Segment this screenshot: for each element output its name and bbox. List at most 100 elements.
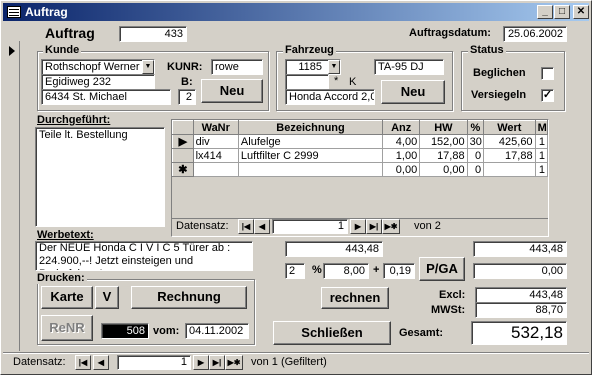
cell-pct[interactable]: 0 — [466, 148, 485, 163]
cell-hw[interactable]: 0,00 — [419, 162, 468, 177]
main-nav-label: Datensatz: — [13, 356, 66, 368]
werbetext-field[interactable]: Der NEUE Honda C I V I C 5 Türer ab : 22… — [35, 241, 253, 271]
rechnen-button[interactable]: rechnen — [321, 287, 389, 309]
add-value-field[interactable]: 0,19 — [383, 263, 415, 279]
beglichen-label: Beglichen — [473, 67, 526, 79]
new-row-selector[interactable]: ✱ — [172, 162, 194, 177]
table-row[interactable]: ▶ div Alufelge 4,00 152,00 30 425,60 1 — [172, 134, 549, 149]
prev-record-icon[interactable]: ◀ — [93, 355, 109, 370]
positions-subform: WaNr Bezeichnung Anz HW % Wert M ▶ div A… — [171, 119, 549, 237]
column-header[interactable]: Bezeichnung — [237, 120, 384, 135]
close-button[interactable]: ✕ — [573, 5, 589, 19]
kunr-field[interactable]: rowe — [211, 59, 263, 75]
cell-anz[interactable]: 4,00 — [382, 134, 421, 149]
karte-button[interactable]: Karte — [41, 286, 93, 309]
chevron-down-icon[interactable]: ▼ — [142, 60, 154, 74]
fahrzeug-model-field[interactable]: Honda Accord 2,0 — [285, 89, 375, 105]
vom-label: vom: — [153, 325, 180, 337]
fahrzeug-neu-button[interactable]: Neu — [381, 80, 445, 104]
subform-record-field[interactable]: 1 — [272, 219, 348, 234]
versiegeln-checkbox[interactable]: ✓ — [541, 89, 554, 102]
next-record-icon[interactable]: ▶ — [193, 355, 209, 370]
renr-button[interactable]: ReNR — [41, 315, 93, 341]
percent-count-field[interactable]: 2 — [285, 263, 305, 279]
gesamt-field[interactable]: 532,18 — [471, 321, 567, 345]
last-record-icon[interactable]: ▶| — [209, 355, 225, 370]
cell-hw[interactable]: 152,00 — [419, 134, 468, 149]
kunde-neu-button[interactable]: Neu — [201, 79, 263, 103]
kunde-name-combo[interactable]: Rothschopf Werner — [41, 59, 155, 75]
auftrag-nr-field[interactable]: 433 — [119, 26, 187, 42]
minimize-button[interactable]: _ — [537, 5, 553, 19]
cell-anz[interactable]: 1,00 — [382, 148, 421, 163]
column-header[interactable]: Anz — [382, 120, 421, 135]
auftragsdatum-field[interactable]: 25.06.2002 — [503, 26, 567, 42]
b-field[interactable]: 2 — [178, 89, 196, 105]
cell-wanr[interactable] — [192, 162, 239, 177]
drucken-label: Drucken: — [35, 272, 87, 284]
excl-label: Excl: — [439, 289, 466, 301]
cell-wert[interactable]: 425,60 — [483, 134, 536, 149]
row-selector[interactable]: ▶ — [172, 134, 194, 149]
cell-bezeichnung[interactable]: Alufelge — [237, 134, 384, 149]
column-header[interactable]: HW — [419, 120, 468, 135]
chevron-down-icon[interactable]: ▼ — [328, 60, 340, 74]
window-title: Auftrag — [25, 5, 68, 19]
column-header[interactable]: % — [466, 120, 485, 135]
table-row-new[interactable]: ✱ 0,00 0,00 0 1 — [172, 162, 549, 177]
cell-m[interactable]: 1 — [534, 134, 549, 149]
form-icon — [7, 6, 21, 18]
percent-value-field[interactable]: 8,00 — [323, 263, 369, 279]
cell-bezeichnung[interactable] — [237, 162, 384, 177]
auftragsdatum-label: Auftragsdatum: — [409, 27, 491, 39]
pga-button[interactable]: P/GA — [419, 257, 465, 281]
mwst-field[interactable]: 88,70 — [475, 302, 567, 318]
cell-m[interactable]: 1 — [534, 148, 549, 163]
prev-record-icon[interactable]: ◀ — [254, 219, 270, 234]
new-record-icon[interactable]: ▶✱ — [382, 219, 400, 234]
cell-hw[interactable]: 17,88 — [419, 148, 468, 163]
current-record-arrow-icon — [9, 46, 15, 56]
first-record-icon[interactable]: |◀ — [75, 355, 91, 370]
cell-anz[interactable]: 0,00 — [382, 162, 421, 177]
next-record-icon[interactable]: ▶ — [350, 219, 366, 234]
kennzeichen-field[interactable]: TA-95 DJ — [374, 59, 444, 75]
table-row[interactable]: lx414 Luftfilter C 2999 1,00 17,88 0 17,… — [172, 148, 549, 163]
row-selector[interactable] — [172, 148, 194, 163]
cell-bezeichnung[interactable]: Luftfilter C 2999 — [237, 148, 384, 163]
fahrzeug-field-2[interactable] — [285, 74, 329, 90]
durchgefuehrt-textarea[interactable]: Teile lt. Bestellung — [35, 127, 165, 227]
main-record-field[interactable]: 1 — [117, 355, 191, 370]
schliessen-button[interactable]: Schließen — [273, 321, 391, 345]
column-header[interactable]: WaNr — [192, 120, 239, 135]
sum-field[interactable]: 443,48 — [285, 241, 383, 257]
werbetext-label: Werbetext: — [37, 229, 94, 241]
kunde-city-field[interactable]: 6434 St. Michael — [41, 89, 171, 105]
subform-nav-total: von 2 — [414, 220, 441, 232]
excl-field[interactable]: 443,48 — [475, 287, 567, 303]
sum-right-field[interactable]: 443,48 — [473, 241, 567, 257]
v-button[interactable]: V — [95, 286, 119, 309]
cell-wert[interactable] — [483, 162, 536, 177]
subform-nav-label: Datensatz: — [176, 220, 229, 232]
cell-pct[interactable]: 30 — [466, 134, 485, 149]
cell-wanr[interactable]: div — [192, 134, 239, 149]
column-header[interactable]: Wert — [483, 120, 536, 135]
cell-pct[interactable]: 0 — [466, 162, 485, 177]
column-header[interactable]: M — [534, 120, 549, 135]
cell-wert[interactable]: 17,88 — [483, 148, 536, 163]
cell-m[interactable]: 1 — [534, 162, 549, 177]
record-selector[interactable] — [5, 41, 20, 351]
new-record-icon[interactable]: ▶✱ — [225, 355, 243, 370]
renr-field[interactable]: 508 — [101, 323, 149, 339]
maximize-button[interactable]: □ — [554, 5, 570, 19]
b-label: B: — [181, 76, 193, 88]
vom-field[interactable]: 04.11.2002 — [185, 323, 249, 339]
kunde-street-field[interactable]: Egidiweg 232 — [41, 74, 155, 90]
cell-wanr[interactable]: lx414 — [192, 148, 239, 163]
rechnung-button[interactable]: Rechnung — [131, 286, 247, 309]
last-record-icon[interactable]: ▶| — [366, 219, 382, 234]
beglichen-checkbox[interactable] — [541, 67, 554, 80]
first-record-icon[interactable]: |◀ — [238, 219, 254, 234]
pga-result-field[interactable]: 0,00 — [473, 263, 567, 279]
